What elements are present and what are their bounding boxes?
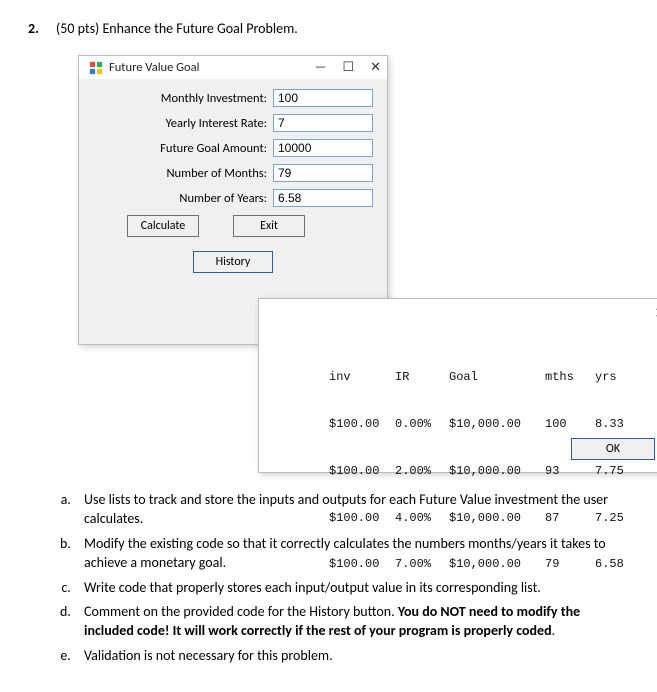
monthly-investment-input[interactable] — [273, 89, 373, 107]
problem-prompt: (50 pts) Enhance the Future Goal Problem… — [56, 20, 298, 37]
history-header-row: inv IR Goal mths yrs — [329, 370, 635, 386]
col-goal: Goal — [449, 370, 545, 386]
maximize-icon[interactable]: ☐ — [342, 61, 354, 74]
future-goal-amount-input[interactable] — [273, 139, 373, 157]
number-of-months-label: Number of Months: — [166, 166, 267, 181]
history-dialog: ✕ inv IR Goal mths yrs $100.00 0.00% $10… — [258, 298, 657, 473]
number-of-years-input[interactable] — [273, 189, 373, 207]
yearly-interest-rate-input[interactable] — [273, 114, 373, 132]
number-of-years-label: Number of Years: — [179, 191, 267, 206]
titlebar: Future Value Goal — ☐ ✕ — [79, 56, 387, 79]
col-inv: inv — [329, 370, 395, 386]
monthly-investment-label: Monthly Investment: — [161, 91, 267, 106]
future-goal-amount-label: Future Goal Amount: — [160, 141, 267, 156]
history-row: $100.00 2.00% $10,000.00 93 7.75 — [329, 464, 635, 480]
subitem-d: Comment on the provided code for the His… — [74, 603, 609, 641]
number-of-months-input[interactable] — [273, 164, 373, 182]
history-button[interactable]: History — [193, 251, 273, 273]
history-grid: inv IR Goal mths yrs $100.00 0.00% $10,0… — [329, 339, 635, 604]
calculate-button[interactable]: Calculate — [127, 215, 199, 237]
col-mths: mths — [545, 370, 595, 386]
window-title: Future Value Goal — [109, 60, 200, 75]
history-row: $100.00 7.00% $10,000.00 79 6.58 — [329, 557, 635, 573]
problem-header: 2. (50 pts) Enhance the Future Goal Prob… — [28, 20, 629, 37]
minimize-icon[interactable]: — — [315, 61, 327, 74]
col-ir: IR — [395, 370, 449, 386]
history-row: $100.00 4.00% $10,000.00 87 7.25 — [329, 511, 635, 527]
ok-button[interactable]: OK — [571, 438, 655, 460]
app-icon — [89, 61, 103, 75]
subitem-e: Validation is not necessary for this pro… — [74, 647, 609, 666]
col-yrs: yrs — [595, 370, 635, 386]
problem-number: 2. — [28, 20, 44, 37]
exit-button[interactable]: Exit — [233, 215, 305, 237]
yearly-interest-rate-label: Yearly Interest Rate: — [166, 116, 267, 131]
history-row: $100.00 0.00% $10,000.00 100 8.33 — [329, 417, 635, 433]
close-icon[interactable]: ✕ — [370, 61, 381, 74]
